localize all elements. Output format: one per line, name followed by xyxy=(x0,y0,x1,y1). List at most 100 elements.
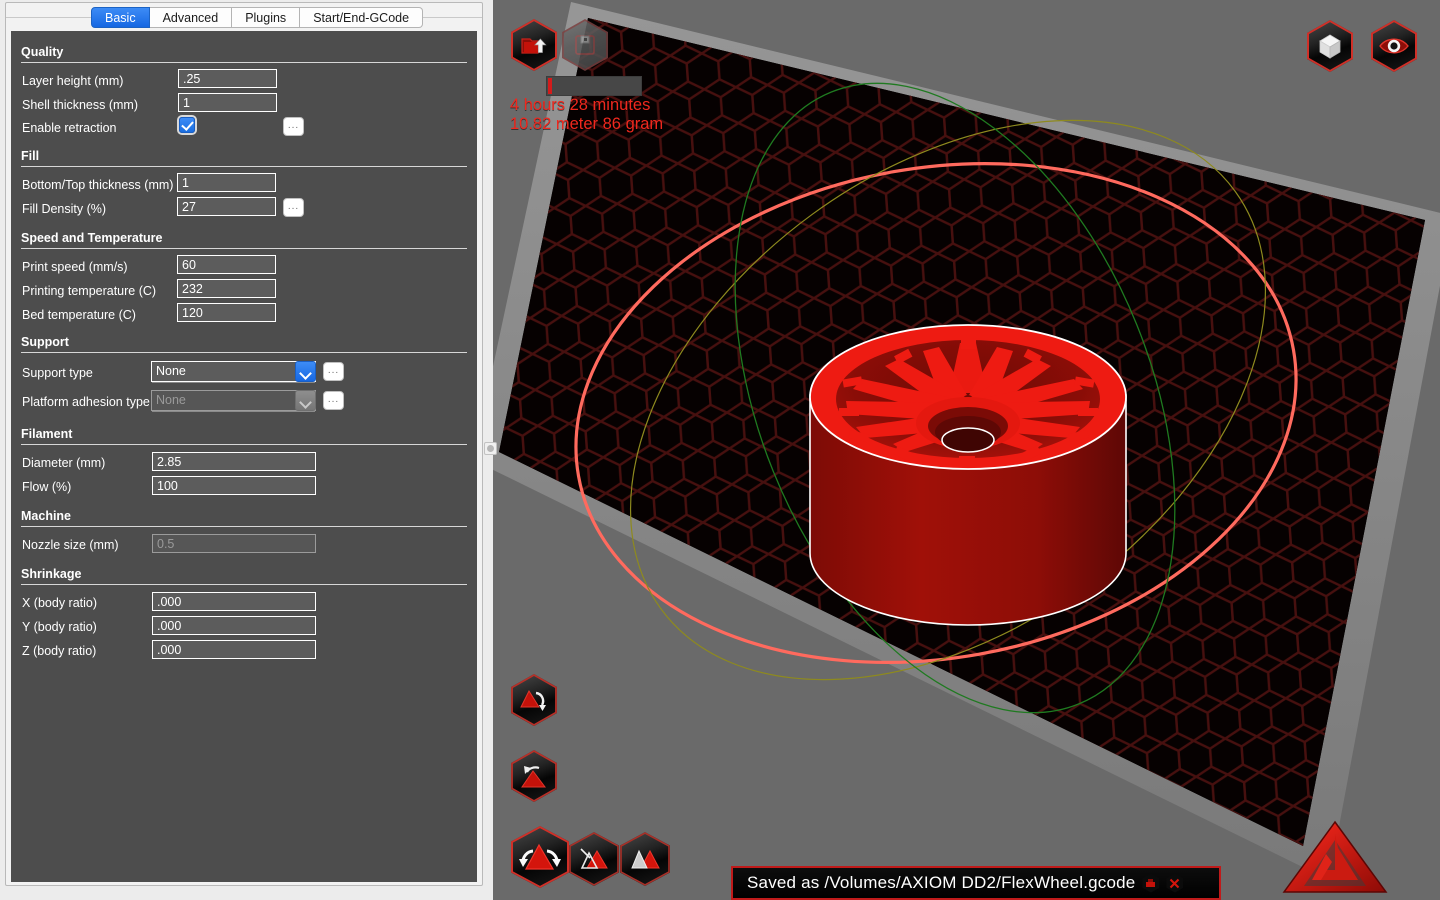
select-support-type[interactable]: None xyxy=(151,361,316,382)
group-title-speed-temperature: Speed and Temperature xyxy=(21,231,163,245)
label-shrink-z: Z (body ratio) xyxy=(22,644,97,658)
label-nozzle-size: Nozzle size (mm) xyxy=(22,538,119,552)
airwolf-3d-logo xyxy=(1282,820,1388,893)
input-print-speed[interactable] xyxy=(177,255,276,274)
group-speed-temperature: Speed and Temperature xyxy=(11,231,477,249)
group-quality: Quality xyxy=(11,45,477,63)
group-title-filament: Filament xyxy=(21,427,73,441)
group-rule xyxy=(21,584,467,585)
label-printing-temperature: Printing temperature (C) xyxy=(22,284,157,298)
label-platform-adhesion-type: Platform adhesion type xyxy=(22,395,150,409)
print-button-icon[interactable] xyxy=(1142,873,1160,893)
row-shrink-z: Z (body ratio) xyxy=(11,640,96,662)
row-flow: Flow (%) xyxy=(11,476,71,498)
row-shell-thickness: Shell thickness (mm) xyxy=(11,94,138,116)
input-bed-temperature[interactable] xyxy=(177,303,276,322)
print-time-estimate: 4 hours 28 minutes xyxy=(510,96,651,114)
input-flow[interactable] xyxy=(152,476,316,495)
input-bottom-top-thickness[interactable] xyxy=(177,173,276,192)
tab-plugins[interactable]: Plugins xyxy=(232,7,301,28)
support-type-options-button[interactable]: ... xyxy=(323,362,344,381)
group-title-machine: Machine xyxy=(21,509,72,523)
label-print-speed: Print speed (mm/s) xyxy=(22,260,128,274)
group-shrinkage: Shrinkage xyxy=(11,567,477,585)
label-fill-density: Fill Density (%) xyxy=(22,202,107,216)
group-machine: Machine xyxy=(11,509,477,527)
label-bottom-top-thickness: Bottom/Top thickness (mm) xyxy=(22,178,174,192)
print-glyph xyxy=(1146,878,1156,887)
row-shrink-x: X (body ratio) xyxy=(11,592,97,614)
group-rule xyxy=(21,166,467,167)
row-support-type: Support type xyxy=(11,362,93,384)
material-estimate: 10.82 meter 86 gram xyxy=(510,115,664,133)
group-rule xyxy=(21,444,467,445)
row-bed-temperature: Bed temperature (C) xyxy=(11,304,136,326)
group-title-fill: Fill xyxy=(21,149,40,163)
tab-start-end-gcode[interactable]: Start/End-GCode xyxy=(300,7,424,28)
group-rule xyxy=(21,352,467,353)
input-shrink-z[interactable] xyxy=(152,640,316,659)
row-print-speed: Print speed (mm/s) xyxy=(11,256,128,278)
settings-pane: Basic Advanced Plugins Start/End-GCode Q… xyxy=(0,0,497,900)
label-bed-temperature: Bed temperature (C) xyxy=(22,308,136,322)
slicing-progress-bar xyxy=(546,76,642,96)
chevron-down-icon[interactable] xyxy=(295,390,316,411)
model-flexwheel[interactable] xyxy=(493,0,1440,900)
row-diameter: Diameter (mm) xyxy=(11,452,105,474)
checkbox-enable-retraction[interactable] xyxy=(179,117,195,133)
label-shrink-y: Y (body ratio) xyxy=(22,620,97,634)
retraction-options-button[interactable]: ... xyxy=(283,117,304,136)
group-title-support: Support xyxy=(21,335,69,349)
label-shell-thickness: Shell thickness (mm) xyxy=(22,98,138,112)
statusbar: Saved as /Volumes/AXIOM DD2/FlexWheel.gc… xyxy=(731,866,1221,900)
select-platform-adhesion-type-value: None xyxy=(156,393,186,407)
slicing-progress-fill xyxy=(548,78,552,94)
input-layer-height[interactable] xyxy=(178,69,277,88)
row-nozzle-size: Nozzle size (mm) xyxy=(11,534,119,556)
label-shrink-x: X (body ratio) xyxy=(22,596,98,610)
row-fill-density: Fill Density (%) xyxy=(11,198,106,220)
input-shrink-y[interactable] xyxy=(152,616,316,635)
input-shell-thickness[interactable] xyxy=(178,93,277,112)
label-layer-height: Layer height (mm) xyxy=(22,74,124,88)
platform-adhesion-options-button[interactable]: ... xyxy=(323,391,344,410)
tab-advanced[interactable]: Advanced xyxy=(149,7,233,28)
build-plate xyxy=(493,0,1440,900)
label-diameter: Diameter (mm) xyxy=(22,456,106,470)
fill-density-options-button[interactable]: ... xyxy=(283,198,304,217)
group-rule xyxy=(21,62,467,63)
row-bottom-top-thickness: Bottom/Top thickness (mm) xyxy=(11,174,173,196)
input-diameter[interactable] xyxy=(152,452,316,471)
input-printing-temperature[interactable] xyxy=(177,279,276,298)
input-nozzle-size[interactable] xyxy=(152,534,316,553)
group-support: Support xyxy=(11,335,477,353)
row-printing-temperature: Printing temperature (C) xyxy=(11,280,156,302)
group-fill: Fill xyxy=(11,149,477,167)
label-support-type: Support type xyxy=(22,366,93,380)
delete-model-icon[interactable] xyxy=(1166,873,1184,893)
group-rule xyxy=(21,248,467,249)
3d-viewport[interactable]: 4 hours 28 minutes 10.82 meter 86 gram S… xyxy=(493,0,1440,900)
statusbar-text: Saved as /Volumes/AXIOM DD2/FlexWheel.gc… xyxy=(747,873,1136,892)
row-layer-height: Layer height (mm) xyxy=(11,70,123,92)
input-shrink-x[interactable] xyxy=(152,592,316,611)
chevron-down-icon[interactable] xyxy=(295,361,316,382)
label-enable-retraction: Enable retraction xyxy=(22,121,117,135)
group-title-quality: Quality xyxy=(21,45,64,59)
group-rule xyxy=(21,526,467,527)
tab-basic[interactable]: Basic xyxy=(91,7,150,28)
group-title-shrinkage: Shrinkage xyxy=(21,567,82,581)
input-fill-density[interactable] xyxy=(177,197,276,216)
pane-splitter-handle[interactable] xyxy=(484,442,497,455)
row-platform-adhesion-type: Platform adhesion type xyxy=(11,391,150,413)
settings-tabbar[interactable]: Basic Advanced Plugins Start/End-GCode xyxy=(91,7,424,28)
cura-main-window: Basic Advanced Plugins Start/End-GCode Q… xyxy=(0,0,1440,900)
group-filament: Filament xyxy=(11,427,477,445)
row-shrink-y: Y (body ratio) xyxy=(11,616,97,638)
select-support-type-value: None xyxy=(156,364,186,378)
settings-body: Quality Layer height (mm) Shell thicknes… xyxy=(11,31,477,882)
select-platform-adhesion-type[interactable]: None xyxy=(151,390,316,411)
row-enable-retraction: Enable retraction xyxy=(11,117,117,139)
label-flow: Flow (%) xyxy=(22,480,72,494)
x-glyph xyxy=(1170,878,1180,888)
